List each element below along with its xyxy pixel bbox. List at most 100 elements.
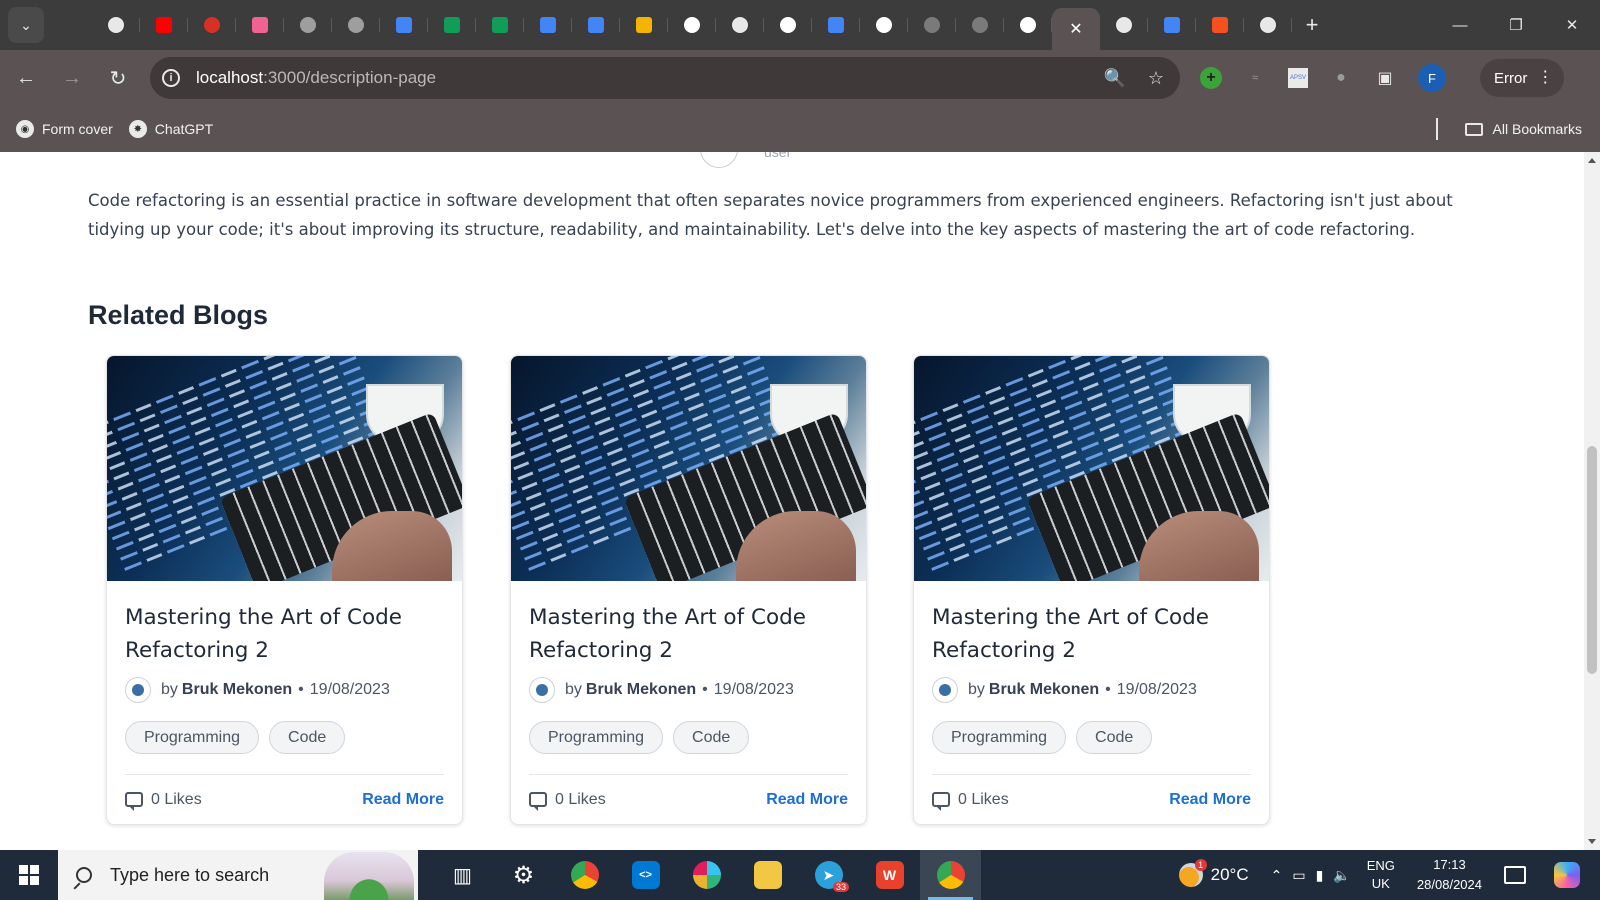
page-scrollbar[interactable]	[1584, 152, 1600, 850]
tag-chip[interactable]: Programming	[529, 721, 664, 754]
site-info-icon[interactable]: i	[162, 69, 180, 87]
language-indicator[interactable]: ENG UK	[1367, 857, 1395, 893]
taskbar-app[interactable]	[676, 850, 737, 900]
likes[interactable]: 0 Likes	[932, 791, 1009, 811]
browser-tab[interactable]	[1100, 7, 1148, 43]
blog-cover-image[interactable]	[914, 356, 1269, 581]
address-bar[interactable]: i localhost:3000/description-page 🔍 ☆	[150, 57, 1180, 99]
browser-tab[interactable]: ✕	[1052, 8, 1100, 50]
battery-icon[interactable]: ▮	[1316, 867, 1324, 884]
system-tray: 1 20°C ⌃ ▭ ▮ 🔈 ENG UK 17:13 28/08/2024	[1178, 850, 1600, 900]
close-icon[interactable]: ✕	[1069, 19, 1082, 39]
network-icon[interactable]: ▭	[1292, 867, 1305, 884]
browser-tab[interactable]	[668, 7, 716, 43]
taskbar-app[interactable]	[737, 850, 798, 900]
all-bookmarks-button[interactable]: All Bookmarks	[1464, 121, 1582, 137]
forward-button[interactable]: →	[52, 58, 92, 98]
volume-icon[interactable]: 🔈	[1333, 867, 1350, 884]
zoom-icon[interactable]: 🔍	[1103, 68, 1125, 89]
back-button[interactable]: ←	[6, 58, 46, 98]
browser-tab[interactable]	[524, 7, 572, 43]
browser-tab[interactable]	[92, 7, 140, 43]
read-more-link[interactable]: Read More	[766, 791, 848, 809]
browser-tab[interactable]	[620, 7, 668, 43]
extensions-puzzle-icon[interactable]: ▣	[1374, 67, 1396, 89]
taskbar-app[interactable]: <>	[615, 850, 676, 900]
browser-tab[interactable]	[1196, 7, 1244, 43]
blog-card[interactable]: Mastering the Art of Code Refactoring 2 …	[510, 355, 867, 825]
notifications-icon[interactable]	[1504, 866, 1526, 884]
author-role-text: user	[764, 152, 792, 160]
tag-chip[interactable]: Programming	[125, 721, 260, 754]
url-text[interactable]: localhost:3000/description-page	[196, 68, 436, 88]
browser-tab[interactable]	[1004, 7, 1052, 43]
read-more-link[interactable]: Read More	[362, 791, 444, 809]
browser-tab[interactable]	[716, 7, 764, 43]
copilot-icon[interactable]	[1554, 862, 1580, 888]
tag-chip[interactable]: Code	[269, 721, 346, 754]
browser-tab[interactable]	[476, 7, 524, 43]
restore-button[interactable]: ❐	[1488, 0, 1544, 50]
blog-title[interactable]: Mastering the Art of Code Refactoring 2	[932, 601, 1251, 667]
minimize-button[interactable]: —	[1432, 0, 1488, 50]
extension-apsv-icon[interactable]: APSV	[1288, 68, 1308, 88]
taskbar-app[interactable]	[920, 850, 981, 900]
browser-tab[interactable]	[188, 7, 236, 43]
author-name: Bruk Mekonen	[585, 681, 697, 698]
tag-chip[interactable]: Code	[1076, 721, 1153, 754]
extension-wave-icon[interactable]: ≈	[1244, 67, 1266, 89]
browser-tab[interactable]	[1244, 7, 1292, 43]
blog-card[interactable]: Mastering the Art of Code Refactoring 2 …	[106, 355, 463, 825]
close-window-button[interactable]: ✕	[1544, 0, 1600, 50]
browser-tab[interactable]	[140, 7, 188, 43]
taskbar-app[interactable]: ⚙	[493, 850, 554, 900]
browser-tab[interactable]	[956, 7, 1004, 43]
blog-cover-image[interactable]	[107, 356, 462, 581]
bookmark-label: Form cover	[42, 121, 113, 137]
reload-button[interactable]: ↻	[98, 58, 138, 98]
taskbar-search-box[interactable]: Type here to search	[58, 850, 418, 900]
taskbar-app[interactable]: ➤ 33	[798, 850, 859, 900]
browser-tab[interactable]	[860, 7, 908, 43]
blog-card[interactable]: Mastering the Art of Code Refactoring 2 …	[913, 355, 1270, 825]
bookmarks-separator	[1436, 118, 1438, 140]
browser-tab[interactable]	[764, 7, 812, 43]
search-icon	[76, 867, 92, 883]
browser-tab[interactable]	[380, 7, 428, 43]
browser-tab[interactable]	[572, 7, 620, 43]
taskbar-app[interactable]: ▥	[432, 850, 493, 900]
show-hidden-icons-icon[interactable]: ⌃	[1271, 867, 1283, 884]
likes[interactable]: 0 Likes	[529, 791, 606, 811]
scroll-up-arrow-icon[interactable]	[1588, 158, 1596, 163]
blog-title[interactable]: Mastering the Art of Code Refactoring 2	[125, 601, 444, 667]
browser-tab[interactable]	[812, 7, 860, 43]
update-error-button[interactable]: Error ⋮	[1480, 59, 1564, 97]
browser-tab[interactable]	[428, 7, 476, 43]
tag-chip[interactable]: Code	[673, 721, 750, 754]
blog-title[interactable]: Mastering the Art of Code Refactoring 2	[529, 601, 848, 667]
browser-tab[interactable]	[236, 7, 284, 43]
start-button[interactable]	[0, 850, 58, 900]
bookmark-form-cover[interactable]: ◉ Form cover	[16, 120, 113, 138]
profile-avatar[interactable]: F	[1418, 64, 1446, 92]
likes[interactable]: 0 Likes	[125, 791, 202, 811]
tag-chip[interactable]: Programming	[932, 721, 1067, 754]
taskbar-app[interactable]	[554, 850, 615, 900]
browser-tab[interactable]	[284, 7, 332, 43]
scroll-down-arrow-icon[interactable]	[1588, 839, 1596, 844]
browser-tab[interactable]	[1148, 7, 1196, 43]
extension-plus-icon[interactable]: +	[1200, 67, 1222, 89]
extension-drop-icon[interactable]: ●	[1330, 67, 1352, 89]
new-tab-button[interactable]: +	[1292, 12, 1332, 38]
browser-tab[interactable]	[332, 7, 380, 43]
clock[interactable]: 17:13 28/08/2024	[1417, 855, 1482, 895]
scrollbar-thumb[interactable]	[1587, 446, 1597, 674]
bookmark-star-icon[interactable]: ☆	[1148, 68, 1164, 89]
blog-cover-image[interactable]	[511, 356, 866, 581]
tab-search-button[interactable]: ⌄	[8, 7, 44, 43]
bookmark-chatgpt[interactable]: ✸ ChatGPT	[128, 120, 213, 138]
browser-tab[interactable]	[908, 7, 956, 43]
read-more-link[interactable]: Read More	[1169, 791, 1251, 809]
taskbar-app[interactable]: W	[859, 850, 920, 900]
weather-widget[interactable]: 1 20°C	[1178, 859, 1249, 887]
